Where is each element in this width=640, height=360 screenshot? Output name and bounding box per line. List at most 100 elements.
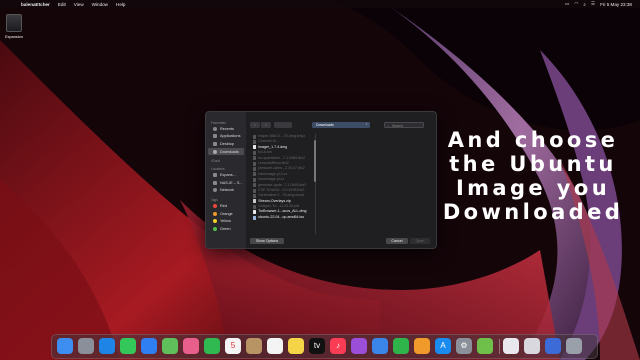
document-icon xyxy=(253,204,257,209)
chevron-left-icon: ‹ xyxy=(254,122,256,127)
sidebar-tag-red[interactable]: Red xyxy=(208,202,244,210)
search-icon[interactable]: ⌕ xyxy=(583,2,586,7)
dock-pages-icon[interactable] xyxy=(414,338,430,354)
dock-safari-icon[interactable] xyxy=(99,338,115,354)
applications-icon xyxy=(213,134,217,139)
sidebar-item-label: Downloads xyxy=(220,149,239,154)
menu-bar: balenaEtcher Edit View Window Help ▭ ◠ ⌕… xyxy=(0,0,640,8)
dock-stack-icon[interactable] xyxy=(524,338,540,354)
sidebar-item-label: Green xyxy=(220,226,231,231)
control-center-icon[interactable]: ☰ xyxy=(591,1,595,7)
dock-notes-icon[interactable] xyxy=(288,338,304,354)
dock-keynote-icon[interactable] xyxy=(372,338,388,354)
menu-list: balenaEtcher Edit View Window Help xyxy=(21,2,125,7)
dock-maps-icon[interactable] xyxy=(162,338,178,354)
dock-app-store-icon[interactable]: A xyxy=(435,338,451,354)
dialog-toolbar: ‹ › Downloads ⌃ ⌕ Search xyxy=(250,122,430,130)
dock-balenaetcher-icon[interactable] xyxy=(477,338,493,354)
file-row[interactable]: ubuntu-22.04...op-amd64.iso xyxy=(250,215,315,220)
document-icon xyxy=(253,210,257,215)
caption-line: Image you xyxy=(455,176,611,200)
dock-separator xyxy=(499,339,500,354)
sidebar-item-label: Network xyxy=(220,188,234,193)
chevron-updown-icon: ⌃ xyxy=(365,123,368,127)
sidebar-item-nas[interactable]: NAS-IE – S... xyxy=(208,179,244,187)
sidebar-item-downloads[interactable]: Downloads xyxy=(208,147,244,156)
show-options-button[interactable]: Show Options xyxy=(250,238,284,244)
sidebar-item-network[interactable]: Network xyxy=(208,187,244,195)
sidebar-item-recents[interactable]: Recents xyxy=(208,125,244,133)
document-icon xyxy=(253,140,257,145)
dock-trash-icon[interactable] xyxy=(566,338,582,354)
view-mode-button[interactable] xyxy=(274,122,292,128)
dock-photos-icon[interactable] xyxy=(183,338,199,354)
sidebar-item-label: Applications xyxy=(220,134,241,139)
chevron-right-icon: › xyxy=(265,122,267,127)
dock-launchpad-icon[interactable] xyxy=(78,338,94,354)
sidebar-item-applications[interactable]: Applications xyxy=(208,133,244,141)
sidebar-tag-orange[interactable]: Orange xyxy=(208,210,244,218)
menu-view[interactable]: View xyxy=(74,2,84,7)
menu-help[interactable]: Help xyxy=(116,2,125,7)
document-icon xyxy=(253,172,257,177)
location-popup[interactable]: Downloads ⌃ xyxy=(312,122,370,128)
caption-line: And choose xyxy=(447,128,619,152)
document-icon xyxy=(253,193,257,198)
sidebar-item-label: Recents xyxy=(220,126,234,131)
wifi-icon[interactable]: ◠ xyxy=(574,1,578,7)
document-icon xyxy=(253,134,257,139)
dock-messages-icon[interactable] xyxy=(120,338,136,354)
dock-document-icon[interactable] xyxy=(503,338,519,354)
tag-dot-icon xyxy=(213,219,217,224)
dock-music-icon[interactable]: ♪ xyxy=(330,338,346,354)
downloads-icon xyxy=(213,149,217,154)
document-icon xyxy=(253,150,257,155)
sidebar-item-desktop[interactable]: Desktop xyxy=(208,140,244,148)
battery-icon[interactable]: ▭ xyxy=(565,1,569,7)
search-field[interactable]: ⌕ Search xyxy=(384,122,424,128)
file-list: reaper-MAC0....75.dmg-fzsyx Channel-ib...… xyxy=(250,134,316,234)
dock-numbers-icon[interactable] xyxy=(393,338,409,354)
external-drive-icon xyxy=(6,14,22,32)
document-icon xyxy=(253,145,257,150)
desktop-drive-expansion[interactable]: Expansion xyxy=(4,14,24,39)
sidebar-item-label: Orange xyxy=(220,211,233,216)
dialog-sidebar: Favourites Recents Applications Desktop … xyxy=(206,112,246,248)
tag-dot-icon xyxy=(213,226,217,231)
sidebar-tag-yellow[interactable]: Yellow xyxy=(208,217,244,225)
dock-finder-icon[interactable] xyxy=(57,338,73,354)
search-icon: ⌕ xyxy=(387,124,389,128)
document-icon xyxy=(253,183,257,188)
dock-tv-icon[interactable]: tv xyxy=(309,338,325,354)
dock-downloads-stack-icon[interactable] xyxy=(545,338,561,354)
sidebar-item-label: Expans... xyxy=(220,173,236,178)
tag-dot-icon xyxy=(213,211,217,216)
disk-image-icon xyxy=(253,215,257,220)
dock-podcasts-icon[interactable] xyxy=(351,338,367,354)
status-area: ▭ ◠ ⌕ ☰ Fri 5 May 23:38 xyxy=(565,0,632,8)
dock-contacts-icon[interactable] xyxy=(246,338,262,354)
cancel-button[interactable]: Cancel xyxy=(386,238,408,244)
menu-app-name[interactable]: balenaEtcher xyxy=(21,2,50,7)
sidebar-tag-green[interactable]: Green xyxy=(208,225,244,233)
dock-system-settings-icon[interactable]: ⚙ xyxy=(456,338,472,354)
server-icon xyxy=(213,180,217,185)
menu-window[interactable]: Window xyxy=(92,2,108,7)
dock-calendar-icon[interactable]: 5 xyxy=(225,338,241,354)
open-button[interactable]: Open xyxy=(410,238,430,244)
tag-dot-icon xyxy=(213,203,217,208)
drive-icon xyxy=(213,173,217,178)
dock-mail-icon[interactable] xyxy=(141,338,157,354)
dock-reminders-icon[interactable] xyxy=(267,338,283,354)
forward-button[interactable]: › xyxy=(261,122,271,128)
sidebar-item-expansion[interactable]: Expans... xyxy=(208,171,244,179)
clock[interactable]: Fri 5 May 23:38 xyxy=(600,2,632,7)
menu-edit[interactable]: Edit xyxy=(58,2,66,7)
back-button[interactable]: ‹ xyxy=(250,122,260,128)
video-caption: And choose the Ubuntu Image you Download… xyxy=(438,128,628,224)
file-list-scrollbar[interactable] xyxy=(314,140,316,182)
dock-facetime-icon[interactable] xyxy=(204,338,220,354)
document-icon xyxy=(253,177,257,182)
dialog-footer: Show Options Cancel Open xyxy=(206,234,436,248)
file-name: ubuntu-22.04...op-amd64.iso xyxy=(258,214,305,219)
